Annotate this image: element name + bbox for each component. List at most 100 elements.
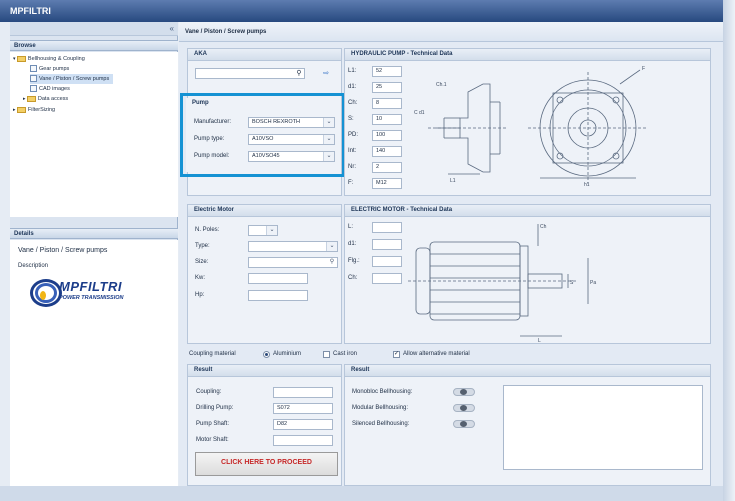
chevron-down-icon[interactable]: ⌄ [323,152,334,161]
result-right-section: Result Monobloc Bellhousing: Modular Bel… [344,364,711,486]
tree-item-filtersizing[interactable]: ▸ FilterSizing [13,105,55,115]
motor-tech-field-label: Flg.: [348,258,360,264]
hp-label: Hp: [195,292,205,298]
toggle-knob-icon [460,389,467,395]
aka-input[interactable] [195,68,305,79]
manufacturer-value: BOSCH REXROTH [252,119,300,125]
drawing-label-h1: h1 [584,182,590,188]
tree-item-label: CAD images [39,86,70,92]
coupling-label: Coupling: [196,389,222,395]
chevron-down-icon[interactable]: ⌄ [323,135,334,144]
chevron-down-icon[interactable]: ⌄ [323,118,334,127]
drawing-label-l1: L1 [450,178,456,184]
details-panel: Vane / Piston / Screw pumps Description … [10,240,178,486]
manufacturer-select[interactable]: BOSCH REXROTH ⌄ [248,117,335,128]
document-icon [30,75,37,83]
motor-tech-field-label: L: [348,224,354,230]
modular-toggle[interactable] [453,404,475,412]
app-footer [0,486,723,501]
allow-alternative-label: Allow alternative material [403,351,470,357]
chevron-down-icon[interactable]: ⌄ [326,242,337,251]
tree-item-label: Vane / Piston / Screw pumps [39,76,110,82]
coupling-material-label: Coupling material [189,351,236,357]
allow-alternative-checkbox[interactable]: ✓ [393,351,400,358]
hydraulic-field-value-field[interactable]: 10 [372,114,402,125]
motor-tech-field-value-field[interactable] [372,273,402,284]
kw-input[interactable] [248,273,308,284]
proceed-button[interactable]: CLICK HERE TO PROCEED [195,452,338,476]
drawing-label-f: F [642,66,645,72]
motor-tech-title: ELECTRIC MOTOR - Technical Data [345,205,710,217]
monobloc-label: Monobloc Bellhousing: [352,389,413,395]
details-panel-title: Details [10,228,178,239]
drawing-label-l: L [538,338,541,344]
motor-tech-field-value-field[interactable] [372,256,402,267]
tree-item-gear-pumps[interactable]: Gear pumps [30,64,69,74]
tree-item-bellhousing[interactable]: ▾ Bellhousing & Coupling [13,54,85,64]
hydraulic-field-value-field[interactable]: 140 [372,146,402,157]
hydraulic-field-value-field[interactable]: 52 [372,66,402,77]
hydraulic-field-label: L1: [348,68,357,74]
result-left-title: Result [188,365,341,377]
folder-icon [16,106,26,113]
hydraulic-field-value-field[interactable]: 100 [372,130,402,141]
hydraulic-field-label: S: [348,116,354,122]
pump-title: Pump [192,100,209,106]
motor-tech-field-value-field[interactable] [372,222,402,233]
pump-group: Pump Manufacturer: BOSCH REXROTH ⌄ Pump … [186,98,339,172]
monobloc-toggle[interactable] [453,388,475,396]
cast-iron-checkbox[interactable] [323,351,330,358]
document-icon [30,65,37,73]
hydraulic-field-value-field[interactable]: 2 [372,162,402,173]
aka-title: AKA [188,49,341,61]
size-input[interactable]: ⚲ [248,257,338,268]
folder-icon [16,55,26,62]
tree-item-vane-piston-screw[interactable]: Vane / Piston / Screw pumps [30,74,114,84]
pump-model-select[interactable]: A10VSO45 ⌄ [248,151,335,162]
silenced-toggle[interactable] [453,420,475,428]
hydraulic-field-label: PD: [348,132,359,138]
poles-select[interactable]: ⌄ [248,225,278,236]
motor-shaft-field [273,435,333,446]
hydraulic-field-value-field[interactable]: 8 [372,98,402,109]
mpfiltri-logo: MPFILTRI POWER TRANSMISSION [30,276,160,316]
hydraulic-field-label: Nr: [348,164,356,170]
pump-type-value: A10VSO [252,136,274,142]
pump-type-select[interactable]: A10VSO ⌄ [248,134,335,145]
tree-item-data-access[interactable]: ▸ Data access [23,94,68,104]
drilling-pump-field: S072 [273,403,333,414]
hydraulic-field-label: Int: [348,148,357,154]
hydraulic-tech-title: HYDRAULIC PUMP - Technical Data [345,49,710,61]
toggle-knob-icon [460,405,467,411]
hydraulic-field-label: Ch: [348,100,358,106]
pump-type-label: Pump type: [194,136,225,142]
browse-panel-title: Browse [10,40,178,51]
aluminium-radio[interactable] [263,351,270,358]
drawing-label-cd: C d1 [414,110,425,116]
hp-input[interactable] [248,290,308,301]
tree-item-cad-images[interactable]: CAD images [30,84,70,94]
result-left-section: Result Coupling: Drilling Pump: S072 Pum… [187,364,342,486]
logo-ring-icon [35,283,57,303]
pump-model-value: A10VSO45 [252,153,280,159]
search-icon[interactable]: ⚲ [327,258,337,267]
motor-type-select[interactable]: ⌄ [248,241,338,252]
hydraulic-fields: L1: 52 d1: 25 Ch: 8 S: 10 PD: 100 Int: 140 Nr: 2 F: M12 [348,66,408,194]
hydraulic-field-value-field[interactable]: M12 [372,178,402,189]
export-icon[interactable]: ⇨ [320,68,332,79]
sidebar-collapse-button[interactable]: « [10,22,178,36]
drawing-label-ch1: Ch.1 [436,82,447,88]
motor-title: Electric Motor [188,205,341,217]
motor-shaft-label: Motor Shaft: [196,437,229,443]
pump-drawing: Ch.1 C d1 L1 h1 F [414,66,648,188]
motor-tech-field-value-field[interactable] [372,239,402,250]
pump-shaft-label: Pump Shaft: [196,421,230,427]
result-notes-box [503,385,703,470]
tree-item-label: Data access [37,96,69,102]
drawing-label-pa: Pa [590,280,596,286]
logo-text: MPFILTRI [59,279,122,294]
modular-label: Modular Bellhousing: [352,405,409,411]
search-icon[interactable]: ⚲ [293,68,305,79]
chevron-down-icon[interactable]: ⌄ [266,226,277,235]
hydraulic-field-value-field[interactable]: 25 [372,82,402,93]
